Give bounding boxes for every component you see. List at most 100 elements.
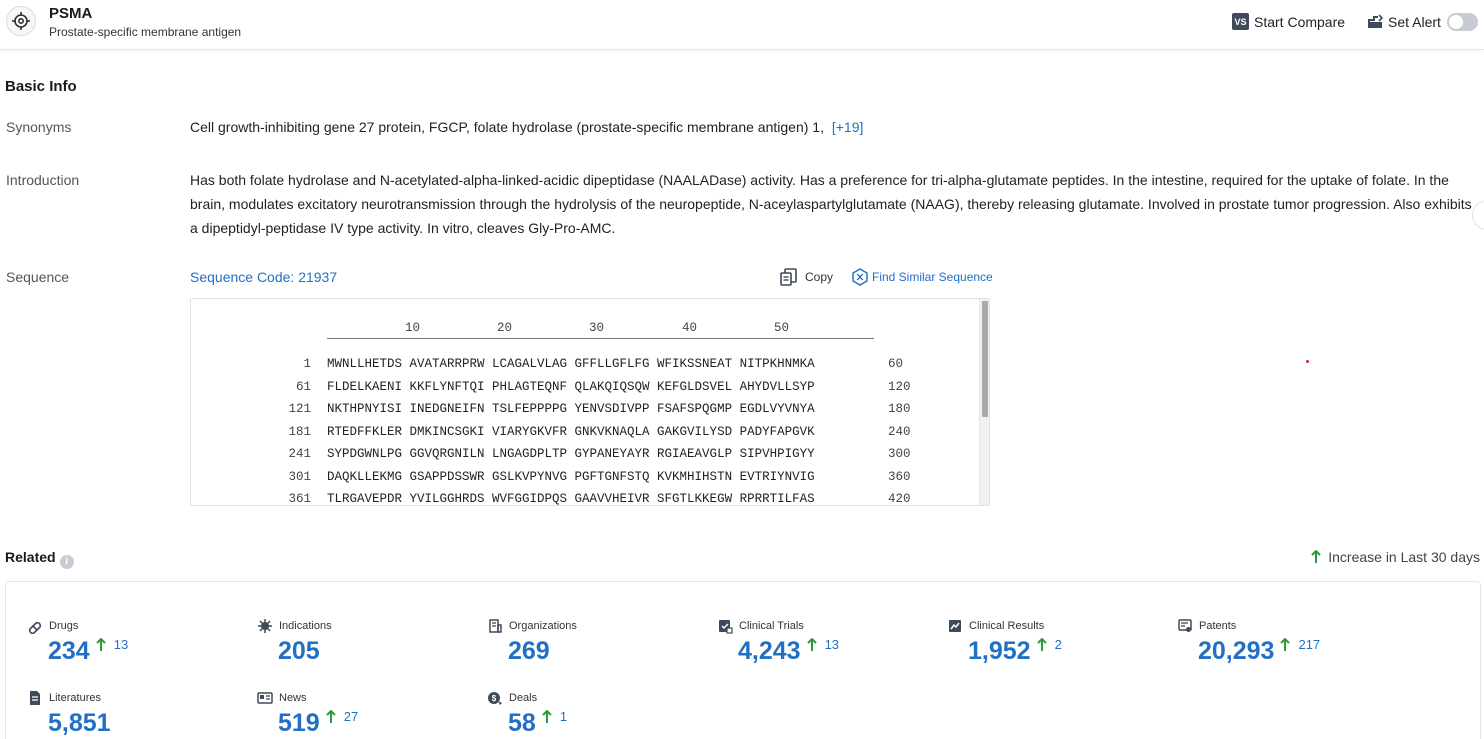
sequence-end-index: 420 (888, 492, 911, 506)
info-icon[interactable]: i (60, 555, 74, 569)
stat-value-row: 20,293 217 (1198, 637, 1320, 666)
stat-label-row: $ Deals (487, 690, 567, 706)
stat-label-row: News (257, 690, 358, 706)
stat-value[interactable]: 234 (48, 637, 90, 666)
stat-increase-value: 13 (114, 637, 128, 652)
sequence-residues: FLDELKAENI KKFLYNFTQI PHLAGTEQNF QLAKQIQ… (327, 380, 815, 394)
stat-value-row: 269 (508, 637, 577, 666)
copy-label: Copy (805, 270, 833, 284)
introduction-line: Has both folate hydrolase and N-acetylat… (190, 168, 1475, 192)
sequence-start-index: 241 (191, 447, 311, 461)
stat-label-row: Drugs (27, 618, 128, 634)
sequence-scrollbar[interactable] (979, 299, 989, 505)
stat-label: Drugs (49, 620, 78, 632)
increase-legend-label: Increase in Last 30 days (1328, 549, 1480, 565)
document-icon (27, 690, 43, 706)
sequence-end-index: 300 (888, 447, 911, 461)
stat-label-row: Patents (1177, 618, 1320, 634)
stat-value[interactable]: 4,243 (738, 637, 801, 666)
stat-value[interactable]: 1,952 (968, 637, 1031, 666)
sequence-end-index: 120 (888, 380, 911, 394)
stat-value[interactable]: 519 (278, 709, 320, 738)
sequence-end-index: 360 (888, 470, 911, 484)
stat-label-row: Organizations (487, 618, 577, 634)
find-similar-sequence-button[interactable]: Find Similar Sequence (851, 268, 993, 286)
synonyms-label: Synonyms (6, 119, 71, 135)
stat-value-row: 4,243 13 (738, 637, 839, 666)
related-title-row: Related i (5, 549, 74, 569)
set-alert-toggle[interactable] (1447, 13, 1478, 31)
sequence-end-index: 240 (888, 425, 911, 439)
stat-increase-value: 1 (560, 709, 567, 724)
sequence-code-link[interactable]: Sequence Code: 21937 (190, 265, 337, 289)
stat-value[interactable]: 58 (508, 709, 536, 738)
stat-literatures[interactable]: Literatures5,851 (27, 690, 111, 738)
up-arrow-icon (1310, 550, 1322, 564)
stat-increase: 13 (96, 637, 128, 652)
sequence-residues: TLRGAVEPDR YVILGGHRDS WVFGGIDPQS GAAVVHE… (327, 492, 815, 506)
sequence-start-index: 1 (191, 357, 311, 371)
building-icon (487, 618, 503, 634)
stat-increase: 13 (807, 637, 839, 652)
stat-organizations[interactable]: Organizations 269 (487, 618, 577, 666)
stat-label: Deals (509, 692, 537, 704)
increase-legend: Increase in Last 30 days (1310, 549, 1480, 565)
sequence-start-index: 361 (191, 492, 311, 506)
stat-clinical-trials[interactable]: Clinical Trials 4,243 13 (717, 618, 839, 666)
stat-news[interactable]: News 519 27 (257, 690, 358, 738)
stat-value-row: 519 27 (278, 709, 358, 738)
compare-icon: VS (1232, 13, 1249, 30)
synonyms-more-link[interactable]: [+19] (832, 119, 864, 135)
stat-patents[interactable]: Patents 20,293 217 (1177, 618, 1320, 666)
find-similar-label: Find Similar Sequence (872, 270, 993, 284)
stat-value-row: 5,851 (48, 709, 111, 738)
sequence-start-index: 181 (191, 425, 311, 439)
stat-increase: 1 (542, 709, 567, 724)
stat-increase-value: 27 (344, 709, 358, 724)
target-icon (6, 6, 36, 36)
ruler-tick: 10 (405, 321, 420, 335)
stat-label-row: Clinical Results (947, 618, 1062, 634)
stat-value[interactable]: 20,293 (1198, 637, 1274, 666)
stat-deals[interactable]: $ Deals 58 1 (487, 690, 567, 738)
stat-value[interactable]: 5,851 (48, 709, 111, 738)
deal-icon: $ (487, 690, 503, 706)
sequence-residues: MWNLLHETDS AVATARRPRW LCAGALVLAG GFFLLGF… (327, 357, 815, 371)
sequence-residues: DAQKLLEKMG GSAPPDSSWR GSLKVPYNVG PGFTGNF… (327, 470, 815, 484)
ruler-tick: 20 (497, 321, 512, 335)
basic-info-title: Basic Info (5, 78, 77, 95)
sequence-viewer[interactable]: 10 20 30 40 50 1MWNLLHETDS AVATARRPRW LC… (190, 298, 990, 506)
stat-value-row: 234 13 (48, 637, 128, 666)
pill-icon (27, 618, 43, 634)
up-arrow-icon (1280, 638, 1290, 652)
stat-indications[interactable]: Indications 205 (257, 618, 332, 666)
ruler-tick: 30 (589, 321, 604, 335)
stat-label: Indications (279, 620, 332, 632)
stat-value[interactable]: 269 (508, 637, 550, 666)
start-compare-button[interactable]: VS Start Compare (1232, 13, 1345, 30)
stat-increase-value: 217 (1298, 637, 1320, 652)
up-arrow-icon (1037, 638, 1047, 652)
set-alert-control[interactable]: Set Alert (1368, 13, 1478, 31)
sequence-start-index: 301 (191, 470, 311, 484)
report-icon (947, 618, 963, 634)
copy-icon (780, 268, 798, 286)
up-arrow-icon (326, 710, 336, 724)
related-stats-panel: Drugs 234 13 Indications 205 Organizations 269… (5, 581, 1481, 739)
stat-label: Clinical Trials (739, 620, 804, 632)
stat-increase: 27 (326, 709, 358, 724)
sequence-end-index: 60 (888, 357, 903, 371)
copy-button[interactable]: Copy (780, 268, 833, 286)
stat-clinical-results[interactable]: Clinical Results1,9522 (947, 618, 1062, 666)
up-arrow-icon (96, 638, 106, 652)
ruler-tick: 40 (682, 321, 697, 335)
synonyms-text: Cell growth-inhibiting gene 27 protein, … (190, 119, 824, 135)
synonyms-value: Cell growth-inhibiting gene 27 protein, … (190, 115, 863, 139)
stat-value[interactable]: 205 (278, 637, 320, 666)
related-title: Related (5, 549, 56, 565)
stat-drugs[interactable]: Drugs 234 13 (27, 618, 128, 666)
scrollbar-thumb[interactable] (982, 301, 988, 417)
cursor-marker (1306, 360, 1309, 363)
stat-label-row: Clinical Trials (717, 618, 839, 634)
sequence-start-index: 61 (191, 380, 311, 394)
